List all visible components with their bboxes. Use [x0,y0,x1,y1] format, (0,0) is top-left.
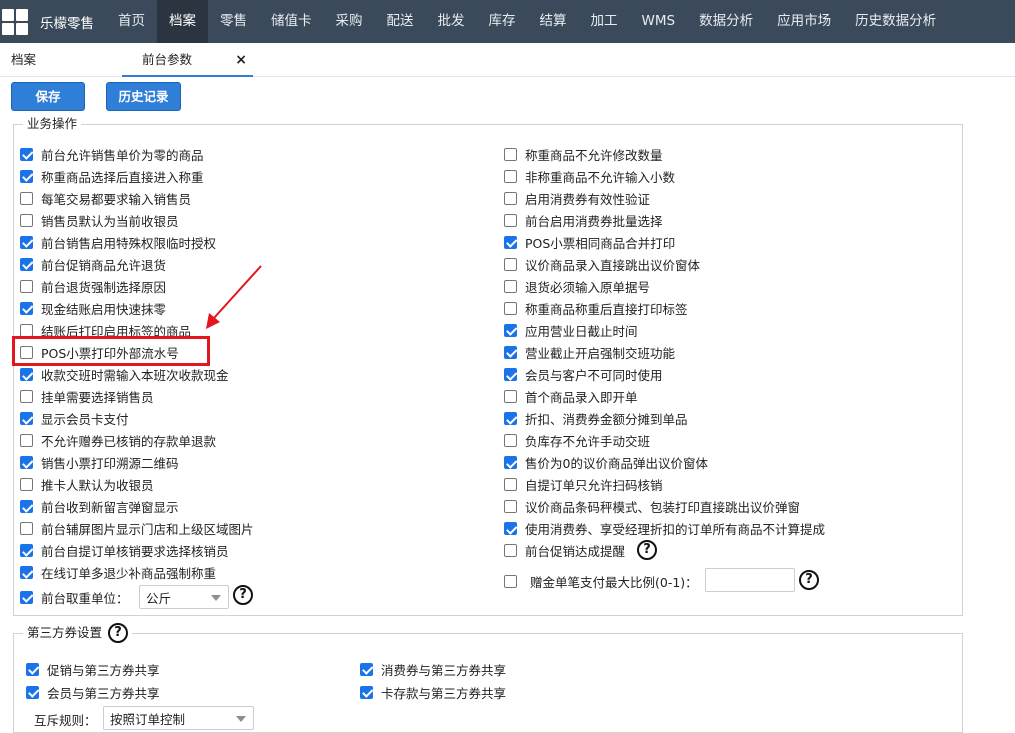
annotation-arrow [206,265,262,329]
